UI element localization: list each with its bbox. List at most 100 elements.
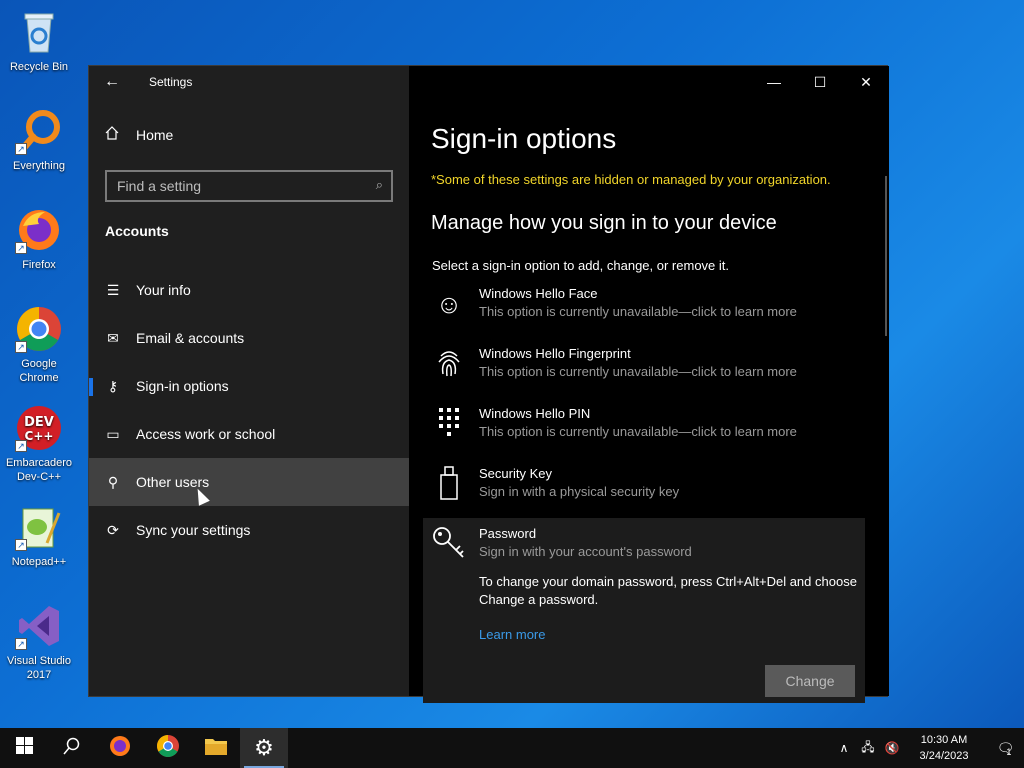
visual-studio-icon: ↗ — [15, 602, 63, 650]
taskbar-search-button[interactable] — [48, 728, 96, 768]
close-icon: ✕ — [860, 73, 872, 90]
desktop-icon-chrome[interactable]: ↗ Google Chrome — [2, 305, 76, 385]
minimize-button[interactable]: — — [751, 66, 797, 98]
mail-icon: ✉ — [107, 329, 119, 346]
face-icon: ☺ — [435, 289, 463, 319]
page-title: Sign-in options — [431, 123, 617, 154]
option-description: This option is currently unavailable—cli… — [479, 364, 797, 379]
back-arrow-icon: ← — [104, 73, 120, 90]
maximize-button[interactable]: ☐ — [797, 66, 843, 98]
everything-search-icon: ↗ — [15, 107, 63, 155]
option-title: Password — [479, 526, 537, 541]
sidebar-item-other-users[interactable]: ⚲ Other users — [89, 458, 409, 506]
desktop-icon-label: Notepad++ — [11, 556, 67, 568]
home-label: Home — [136, 126, 174, 143]
desktop-icon-label: Recycle Bin — [9, 61, 69, 73]
taskbar: ⚙ ∧ 🖧 🔇 10:30 AM 3/24/2023 🗨 1 — [0, 728, 1024, 768]
password-key-icon — [431, 526, 467, 562]
windows-logo-icon — [15, 737, 33, 759]
desktop-icon-devcpp[interactable]: DEV C++ ↗ Embarcadero Dev-C++ — [2, 404, 76, 484]
taskbar-chrome[interactable] — [144, 728, 192, 768]
sidebar-item-label: Sync your settings — [136, 522, 251, 538]
system-tray: ∧ 🖧 🔇 10:30 AM 3/24/2023 🗨 1 — [832, 728, 1024, 768]
shortcut-arrow-icon: ↗ — [15, 638, 27, 650]
notification-count: 1 — [1006, 747, 1012, 757]
option-description: Sign in with your account's password — [479, 544, 692, 559]
chevron-up-icon[interactable]: ∧ — [832, 741, 856, 755]
shortcut-arrow-icon: ↗ — [15, 242, 27, 254]
network-icon[interactable]: 🖧 — [856, 738, 880, 759]
taskbar-file-explorer[interactable] — [192, 728, 240, 768]
shortcut-arrow-icon: ↗ — [15, 539, 27, 551]
option-password[interactable]: Password Sign in with your account's pas… — [423, 518, 865, 703]
desktop-icon-visual-studio[interactable]: ↗ Visual Studio 2017 — [2, 602, 76, 682]
desktop-icon-firefox[interactable]: ↗ Firefox — [2, 206, 76, 272]
option-hello-face[interactable]: ☺ Windows Hello Face This option is curr… — [423, 278, 865, 338]
option-hello-pin[interactable]: Windows Hello PIN This option is current… — [423, 398, 865, 458]
option-security-key[interactable]: Security Key Sign in with a physical sec… — [423, 458, 865, 518]
sidebar-item-label: Your info — [136, 282, 191, 298]
pin-keypad-icon — [431, 406, 467, 442]
clock-date: 3/24/2023 — [919, 750, 969, 762]
desktop-icon-label: Everything — [13, 160, 65, 172]
scrollbar[interactable] — [885, 176, 887, 336]
firefox-icon: ↗ — [15, 206, 63, 254]
desktop-icon-everything[interactable]: ↗ Everything — [2, 107, 76, 173]
search-icon — [63, 737, 81, 760]
sidebar-item-your-info[interactable]: ☰ Your info — [89, 266, 409, 314]
desktop-icon-label: Embarcadero Dev-C++ — [5, 457, 73, 483]
desktop-icon-notepadpp[interactable]: ↗ Notepad++ — [2, 503, 76, 569]
option-title: Windows Hello Face — [479, 286, 598, 301]
title-bar: ← Settings — [89, 66, 409, 98]
option-hello-fingerprint[interactable]: Windows Hello Fingerprint This option is… — [423, 338, 865, 398]
desktop-icon-label: Google Chrome — [19, 358, 59, 384]
recycle-bin-icon — [15, 8, 63, 56]
password-change-instructions: To change your domain password, press Ct… — [479, 574, 857, 607]
option-description: Sign in with a physical security key — [479, 484, 680, 499]
home-nav-item[interactable]: Home — [105, 126, 173, 143]
usb-key-icon — [431, 466, 467, 502]
person-list-icon: ☰ — [106, 281, 120, 298]
clock[interactable]: 10:30 AM 3/24/2023 — [912, 732, 976, 764]
window-controls: — ☐ ✕ — [751, 66, 889, 98]
sidebar-item-label: Sign-in options — [136, 378, 229, 394]
taskbar-firefox[interactable] — [96, 728, 144, 768]
option-title: Windows Hello PIN — [479, 406, 591, 421]
learn-more-link[interactable]: Learn more — [479, 627, 865, 642]
back-button[interactable]: ← — [89, 66, 135, 98]
section-heading: Accounts — [105, 223, 169, 239]
folder-icon — [204, 736, 228, 761]
fingerprint-icon — [431, 346, 467, 382]
shortcut-arrow-icon: ↗ — [15, 440, 27, 452]
search-input[interactable]: Find a setting ⌕ — [105, 170, 393, 202]
firefox-icon — [108, 734, 132, 763]
chrome-icon — [156, 734, 180, 763]
sidebar-item-sign-in-options[interactable]: ⚷ Sign-in options — [89, 362, 409, 410]
person-add-icon: ⚲ — [107, 473, 119, 490]
settings-content: — ☐ ✕ Sign-in options *Some of these set… — [409, 66, 889, 703]
sidebar-item-access-work-school[interactable]: ▭ Access work or school — [89, 410, 409, 458]
settings-sidebar: ← Settings Home Find a setting ⌕ Account… — [89, 66, 409, 696]
option-description: This option is currently unavailable—cli… — [479, 424, 797, 439]
search-placeholder: Find a setting — [117, 178, 202, 194]
sidebar-item-email-accounts[interactable]: ✉ Email & accounts — [89, 314, 409, 362]
notification-center-button[interactable]: 🗨 1 — [984, 728, 1024, 768]
search-icon: ⌕ — [375, 177, 383, 192]
volume-muted-icon[interactable]: 🔇 — [880, 741, 904, 755]
notepadpp-icon: ↗ — [15, 503, 63, 551]
window-title: Settings — [149, 75, 193, 89]
close-button[interactable]: ✕ — [843, 66, 889, 98]
sidebar-item-label: Email & accounts — [136, 330, 245, 346]
option-title: Security Key — [479, 466, 552, 481]
devcpp-icon: DEV C++ ↗ — [15, 404, 63, 452]
section-subheading: Manage how you sign in to your device — [431, 212, 777, 234]
desktop-icon-label: Firefox — [22, 259, 56, 271]
desktop-icon-recycle-bin[interactable]: Recycle Bin — [2, 8, 76, 74]
start-button[interactable] — [0, 728, 48, 768]
accounts-nav-list: ☰ Your info ✉ Email & accounts ⚷ Sign-in… — [89, 266, 409, 554]
key-icon: ⚷ — [107, 377, 119, 394]
svg-text:DEV: DEV — [24, 415, 54, 430]
change-button[interactable]: Change — [765, 665, 855, 697]
taskbar-settings[interactable]: ⚙ — [240, 728, 288, 768]
sidebar-item-sync-settings[interactable]: ⟳ Sync your settings — [89, 506, 409, 554]
